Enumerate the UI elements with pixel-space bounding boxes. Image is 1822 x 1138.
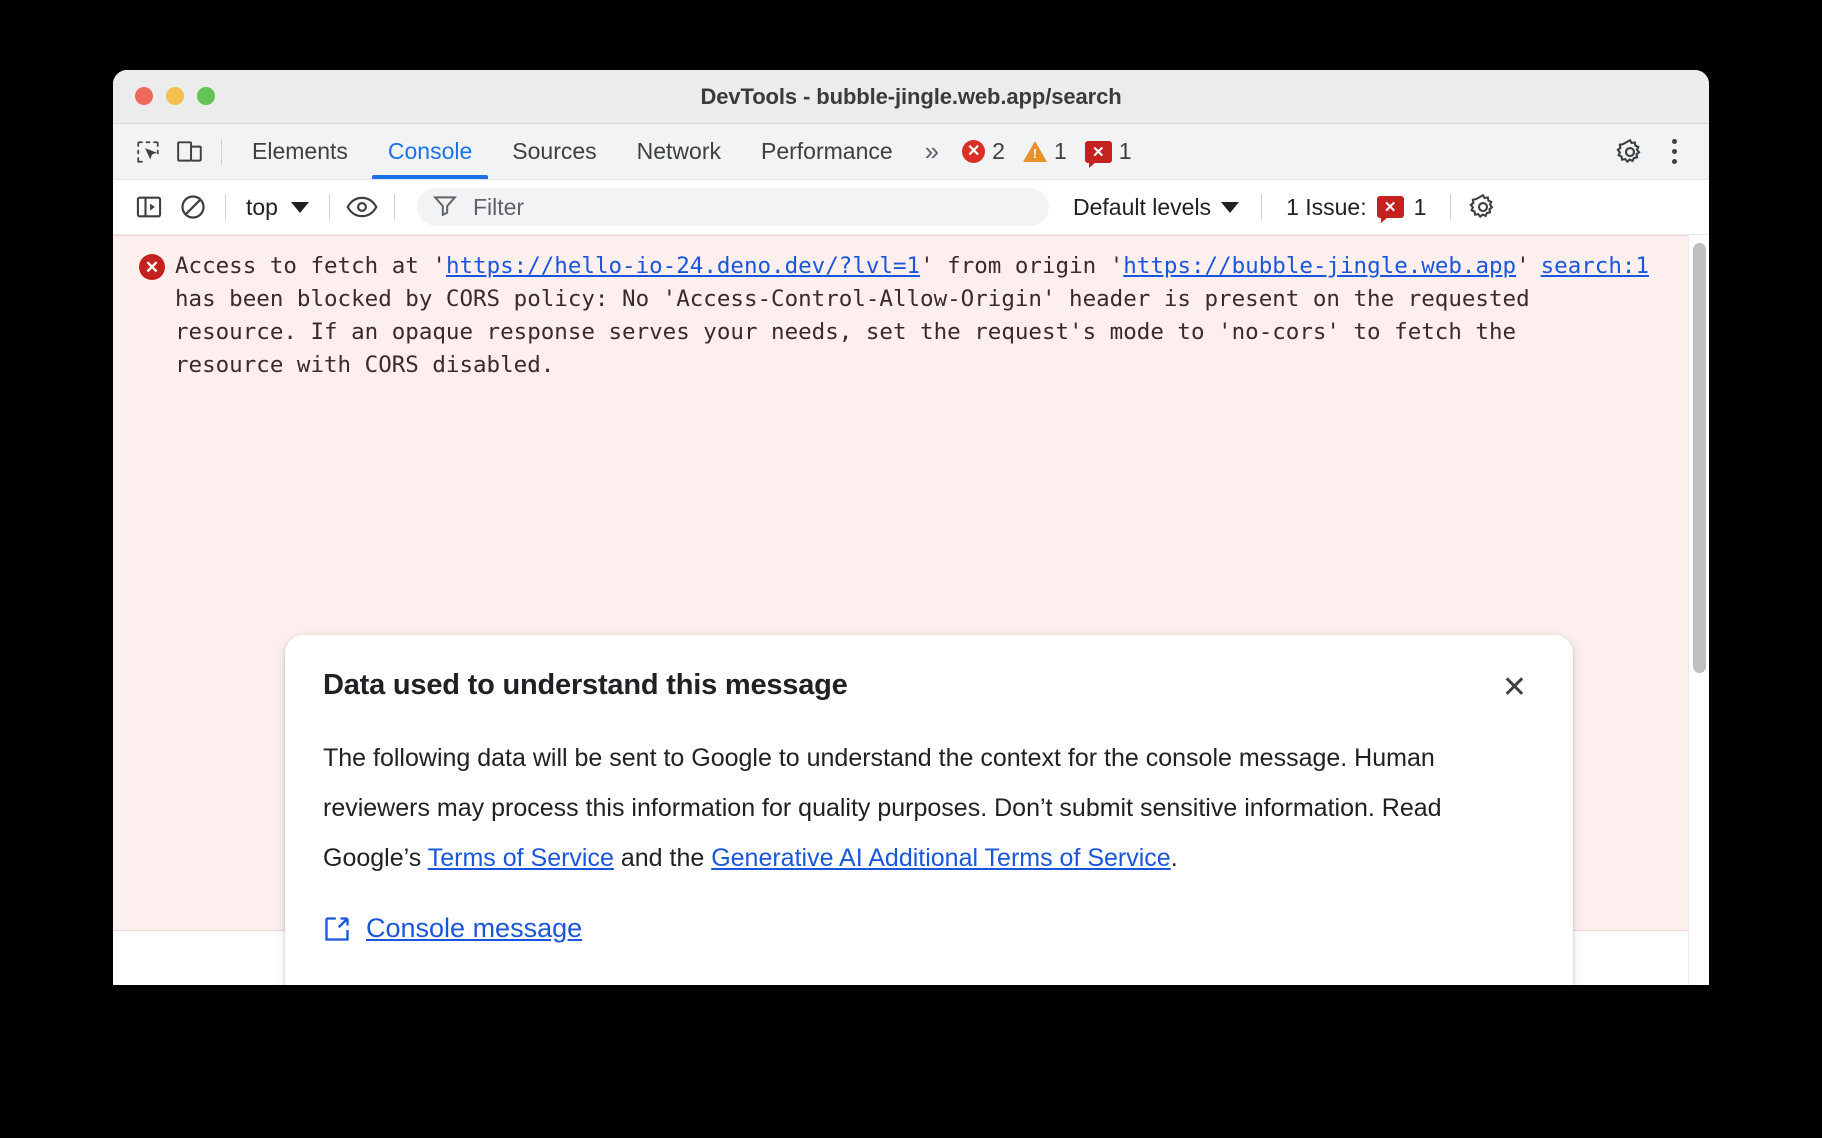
consent-dialog-title: Data used to understand this message: [323, 669, 848, 702]
consent-body-part-3: .: [1171, 844, 1178, 872]
tab-network[interactable]: Network: [617, 124, 741, 179]
panel-tabs: Elements Console Sources Network Perform…: [232, 124, 913, 179]
chevron-down-icon: [1221, 202, 1239, 213]
divider: [329, 194, 330, 220]
message-part-1: Access to fetch at ': [175, 253, 446, 279]
console-body[interactable]: ✕ Access to fetch at 'https://hello-io-2…: [113, 235, 1709, 985]
error-circle-icon: ✕: [139, 254, 165, 280]
kebab-menu-icon[interactable]: [1653, 131, 1695, 173]
divider: [1261, 194, 1262, 220]
console-sidebar-icon[interactable]: [127, 185, 171, 229]
generative-ai-terms-link[interactable]: Generative AI Additional Terms of Servic…: [711, 844, 1171, 872]
more-tabs-button[interactable]: »: [913, 136, 948, 167]
terms-of-service-link[interactable]: Terms of Service: [428, 844, 614, 872]
gear-icon[interactable]: [1609, 131, 1651, 173]
title-bar: DevTools - bubble-jingle.web.app/search: [113, 70, 1709, 124]
external-link-icon: [323, 915, 351, 943]
divider: [1450, 194, 1451, 220]
issues-label: 1 Issue:: [1286, 194, 1367, 221]
filter-field[interactable]: [417, 188, 1049, 226]
fetch-url-link[interactable]: https://hello-io-24.deno.dev/?lvl=1: [446, 253, 920, 279]
tab-performance[interactable]: Performance: [741, 124, 913, 179]
tab-sources[interactable]: Sources: [492, 124, 616, 179]
console-toolbar: top Default levels: [113, 180, 1709, 235]
console-message-text: Access to fetch at 'https://hello-io-24.…: [139, 250, 1687, 382]
divider: [394, 194, 395, 220]
inspect-element-icon[interactable]: [127, 131, 169, 173]
filter-input[interactable]: [471, 193, 1033, 222]
divider: [221, 139, 222, 165]
issue-counters: ✕ 2 1 ✕ 1: [956, 138, 1137, 165]
devtools-tab-bar: Elements Console Sources Network Perform…: [113, 124, 1709, 180]
warning-count: 1: [1054, 138, 1067, 165]
window-title: DevTools - bubble-jingle.web.app/search: [113, 84, 1709, 110]
console-message-row: ✕ Access to fetch at 'https://hello-io-2…: [113, 250, 1709, 382]
error-counter[interactable]: ✕ 2: [956, 138, 1011, 165]
tab-bar-actions: [1609, 131, 1695, 173]
chevron-down-icon: [291, 202, 309, 213]
warning-counter[interactable]: 1: [1017, 138, 1073, 165]
tab-elements[interactable]: Elements: [232, 124, 368, 179]
divider: [225, 194, 226, 220]
console-message-disclosure[interactable]: Console message: [323, 913, 1535, 944]
screen: DevTools - bubble-jingle.web.app/search …: [0, 0, 1822, 1138]
console-scrollbar[interactable]: [1688, 235, 1709, 985]
error-icon: ✕: [962, 140, 985, 163]
close-icon[interactable]: ✕: [1494, 669, 1535, 707]
devtools-window: DevTools - bubble-jingle.web.app/search …: [113, 70, 1709, 985]
consent-body-part-2: and the: [614, 844, 711, 872]
log-levels-label: Default levels: [1073, 194, 1211, 221]
issues-chip[interactable]: 1 Issue: ✕ 1: [1272, 194, 1440, 221]
issues-count: 1: [1119, 138, 1132, 165]
issues-chip-count: 1: [1414, 194, 1427, 221]
filter-icon: [433, 194, 457, 221]
log-levels-selector[interactable]: Default levels: [1061, 194, 1251, 221]
issues-counter[interactable]: ✕ 1: [1079, 138, 1138, 165]
clear-console-icon[interactable]: [171, 185, 215, 229]
consent-dialog: Data used to understand this message ✕ T…: [285, 635, 1573, 985]
origin-url-link[interactable]: https://bubble-jingle.web.app: [1123, 253, 1516, 279]
error-count: 2: [992, 138, 1005, 165]
live-expression-icon[interactable]: [340, 185, 384, 229]
console-message-link[interactable]: Console message: [366, 913, 582, 944]
issue-icon: ✕: [1377, 196, 1404, 218]
consent-dialog-body: The following data will be sent to Googl…: [323, 733, 1535, 883]
message-part-2: ' from origin ': [920, 253, 1123, 279]
scrollbar-thumb[interactable]: [1693, 243, 1706, 673]
issue-icon: ✕: [1085, 141, 1112, 163]
execution-context-label: top: [246, 194, 278, 221]
execution-context-selector[interactable]: top: [236, 194, 319, 221]
console-settings-gear-icon[interactable]: [1461, 185, 1505, 229]
warning-icon: [1023, 141, 1047, 162]
device-toolbar-icon[interactable]: [169, 131, 211, 173]
consent-dialog-header: Data used to understand this message ✕: [323, 669, 1535, 707]
tab-console[interactable]: Console: [368, 124, 492, 179]
source-location-link[interactable]: search:1: [1541, 250, 1649, 283]
